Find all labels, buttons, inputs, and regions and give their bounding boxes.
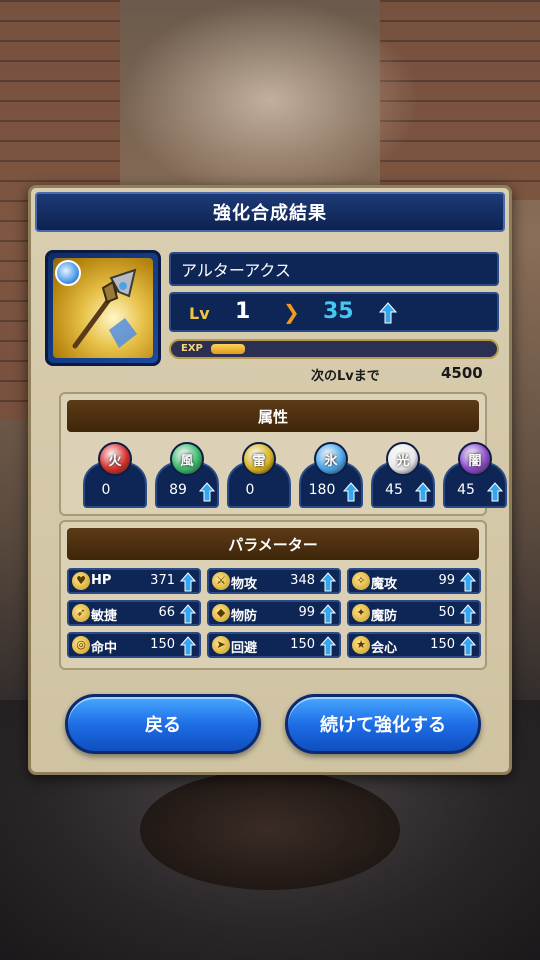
- up-arrow-icon: [414, 482, 432, 506]
- parameter-name: 会心: [371, 641, 398, 656]
- attribute-item: 風 89: [155, 442, 219, 510]
- attribute-item: 火0: [83, 442, 147, 510]
- up-arrow-icon: [342, 482, 360, 506]
- lv-label: Lv: [189, 304, 210, 323]
- up-arrow-icon: [486, 482, 504, 506]
- parameter-row: ★ 会心 150: [347, 632, 481, 658]
- element-orb-icon: 光: [386, 442, 420, 476]
- up-arrow-icon: [179, 604, 197, 628]
- parameter-row: ⚔ 物攻 348: [207, 568, 341, 594]
- element-orb-icon: 火: [98, 442, 132, 476]
- parameter-value: 150: [290, 637, 315, 652]
- attribute-value: 45: [457, 482, 475, 498]
- weapon-thumbnail[interactable]: [45, 250, 161, 366]
- exp-label: EXP: [181, 343, 203, 354]
- up-arrow-icon: [319, 636, 337, 660]
- attribute-value: 0: [245, 482, 255, 498]
- up-arrow-icon: [319, 572, 337, 596]
- shield-icon: ◆: [212, 604, 230, 622]
- wing-icon: ➶: [72, 604, 90, 622]
- attribute-section: 属性 火 0 風 89 雷 0 氷 180 光 45 闇 45: [59, 392, 507, 516]
- exp-bar: EXP: [169, 339, 499, 359]
- axe-icon: [72, 268, 137, 349]
- crit-icon: ★: [352, 636, 370, 654]
- dialog-title: 強化合成結果: [35, 192, 505, 232]
- parameter-value: 348: [290, 573, 315, 588]
- parameter-title: パラメーター: [67, 528, 479, 560]
- attribute-item: 光 45: [371, 442, 435, 510]
- parameter-row: ➶ 敏捷 66: [67, 600, 201, 626]
- parameter-value: 150: [150, 637, 175, 652]
- attribute-item: 雷0: [227, 442, 291, 510]
- parameter-row: ◎ 命中 150: [67, 632, 201, 658]
- parameter-value: 150: [430, 637, 455, 652]
- up-arrow-icon: [198, 482, 216, 506]
- up-arrow-icon: [319, 604, 337, 628]
- exp-fill: [211, 344, 245, 354]
- parameter-row: ➤ 回避 150: [207, 632, 341, 658]
- parameter-value: 371: [150, 573, 175, 588]
- magic-shield-icon: ✦: [352, 604, 370, 622]
- attribute-item: 氷 180: [299, 442, 363, 510]
- parameter-row: ✧ 魔攻 99: [347, 568, 481, 594]
- attribute-value: 180: [308, 482, 336, 498]
- attribute-value: 0: [101, 482, 111, 498]
- sword-icon: ⚔: [212, 572, 230, 590]
- element-orb-icon: 風: [170, 442, 204, 476]
- staff-icon: ✧: [352, 572, 370, 590]
- attribute-value: 45: [385, 482, 403, 498]
- continue-enhance-button[interactable]: 続けて強化する: [285, 694, 481, 754]
- round-table: [140, 770, 400, 890]
- parameter-name: 敏捷: [91, 609, 118, 624]
- attribute-title: 属性: [67, 400, 479, 432]
- parameter-name: HP: [91, 573, 112, 588]
- element-orb-icon: 氷: [314, 442, 348, 476]
- attribute-item: 闇 45: [443, 442, 507, 510]
- up-arrow-icon: [459, 636, 477, 660]
- parameter-name: 魔攻: [371, 577, 398, 592]
- enhance-result-dialog: 強化合成結果 アルターアクス Lv 1 ❯ 35 EXP 次のLvまで 4500…: [28, 185, 512, 775]
- item-name: アルターアクス: [169, 252, 499, 286]
- dodge-icon: ➤: [212, 636, 230, 654]
- parameter-row: ✦ 魔防 50: [347, 600, 481, 626]
- back-button[interactable]: 戻る: [65, 694, 261, 754]
- next-level-value: 4500: [441, 364, 483, 382]
- parameter-name: 回避: [231, 641, 258, 656]
- up-arrow-icon: [379, 302, 397, 324]
- up-arrow-icon: [459, 604, 477, 628]
- parameter-row: ♥ HP 371: [67, 568, 201, 594]
- parameter-section: パラメーター ♥ HP 371 ⚔ 物攻 348 ✧ 魔攻 99 ➶ 敏捷 66 ◆ 物防 99 ✦ 魔防 50 ◎…: [59, 520, 487, 670]
- element-orb-icon: 闇: [458, 442, 492, 476]
- attribute-value: 89: [169, 482, 187, 498]
- parameter-value: 99: [298, 605, 315, 620]
- parameter-row: ◆ 物防 99: [207, 600, 341, 626]
- up-arrow-icon: [179, 636, 197, 660]
- up-arrow-icon: [179, 572, 197, 596]
- element-orb-icon: 雷: [242, 442, 276, 476]
- parameter-name: 物攻: [231, 577, 258, 592]
- heart-icon: ♥: [72, 572, 90, 590]
- lv-after: 35: [323, 299, 354, 324]
- parameter-name: 魔防: [371, 609, 398, 624]
- level-display: Lv 1 ❯ 35: [169, 292, 499, 332]
- up-arrow-icon: [459, 572, 477, 596]
- chevron-right-icon: ❯: [283, 300, 300, 324]
- parameter-value: 50: [438, 605, 455, 620]
- parameter-value: 99: [438, 573, 455, 588]
- next-level-label: 次のLvまで: [311, 369, 380, 384]
- window-light: [120, 0, 420, 200]
- parameter-value: 66: [158, 605, 175, 620]
- lv-before: 1: [235, 299, 251, 324]
- target-icon: ◎: [72, 636, 90, 654]
- parameter-name: 命中: [91, 641, 118, 656]
- parameter-name: 物防: [231, 609, 258, 624]
